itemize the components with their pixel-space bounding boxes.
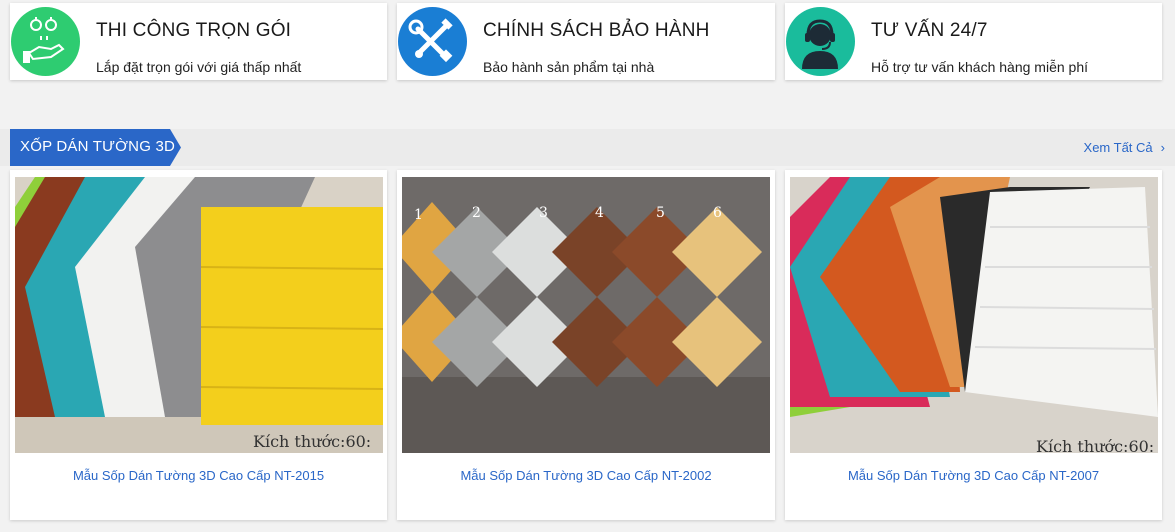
feature-description: Bảo hành sản phẩm tại nhà (483, 59, 655, 75)
feature-card-warranty: CHÍNH SÁCH BẢO HÀNH Bảo hành sản phẩm tạ… (397, 3, 775, 80)
tile-number: 6 (713, 205, 722, 221)
section-title: XỐP DÁN TƯỜNG 3D (20, 138, 176, 155)
image-caption: Kích thước:60: (1036, 437, 1154, 453)
product-card[interactable]: Kích thước:60: Mẫu Sốp Dán Tường 3D Cao … (10, 170, 387, 520)
product-image[interactable]: 1 2 3 4 5 6 (402, 177, 770, 453)
see-all-link[interactable]: Xem Tất Cả › (1084, 140, 1165, 155)
feature-title: CHÍNH SÁCH BẢO HÀNH (483, 20, 710, 41)
money-hand-icon (11, 7, 80, 76)
tile-number: 3 (539, 205, 548, 221)
product-card[interactable]: 1 2 3 4 5 6 Mẫu Sốp Dán Tường 3D Cao Cấp… (397, 170, 775, 520)
tools-icon (398, 7, 467, 76)
product-image[interactable]: Kích thước:60: (790, 177, 1158, 453)
tile-number: 4 (595, 205, 604, 221)
tile-number: 5 (656, 205, 665, 221)
product-name[interactable]: Mẫu Sốp Dán Tường 3D Cao Cấp NT-2007 (785, 468, 1162, 483)
tile-number: 2 (472, 205, 481, 221)
product-name[interactable]: Mẫu Sốp Dán Tường 3D Cao Cấp NT-2015 (10, 468, 387, 483)
support-agent-icon (786, 7, 855, 76)
feature-title: THI CÔNG TRỌN GÓI (96, 20, 292, 41)
feature-row: THI CÔNG TRỌN GÓI Lắp đặt trọn gói với g… (0, 0, 1175, 96)
feature-card-support: TƯ VẤN 24/7 Hỗ trợ tư vấn khách hàng miễ… (785, 3, 1162, 80)
product-card[interactable]: Kích thước:60: Mẫu Sốp Dán Tường 3D Cao … (785, 170, 1162, 520)
feature-card-package: THI CÔNG TRỌN GÓI Lắp đặt trọn gói với g… (10, 3, 387, 80)
tile-number: 1 (414, 207, 423, 223)
section-title-tag[interactable]: XỐP DÁN TƯỜNG 3D (10, 129, 181, 166)
see-all-label: Xem Tất Cả (1083, 140, 1153, 155)
feature-title: TƯ VẤN 24/7 (871, 20, 988, 41)
feature-description: Hỗ trợ tư vấn khách hàng miễn phí (871, 59, 1088, 75)
chevron-right-icon: › (1160, 140, 1165, 155)
product-image[interactable]: Kích thước:60: (15, 177, 383, 453)
image-caption: Kích thước:60: (253, 432, 371, 451)
section-header: XỐP DÁN TƯỜNG 3D Xem Tất Cả › (0, 129, 1175, 166)
product-name[interactable]: Mẫu Sốp Dán Tường 3D Cao Cấp NT-2002 (397, 468, 775, 483)
feature-description: Lắp đặt trọn gói với giá thấp nhất (96, 59, 302, 75)
